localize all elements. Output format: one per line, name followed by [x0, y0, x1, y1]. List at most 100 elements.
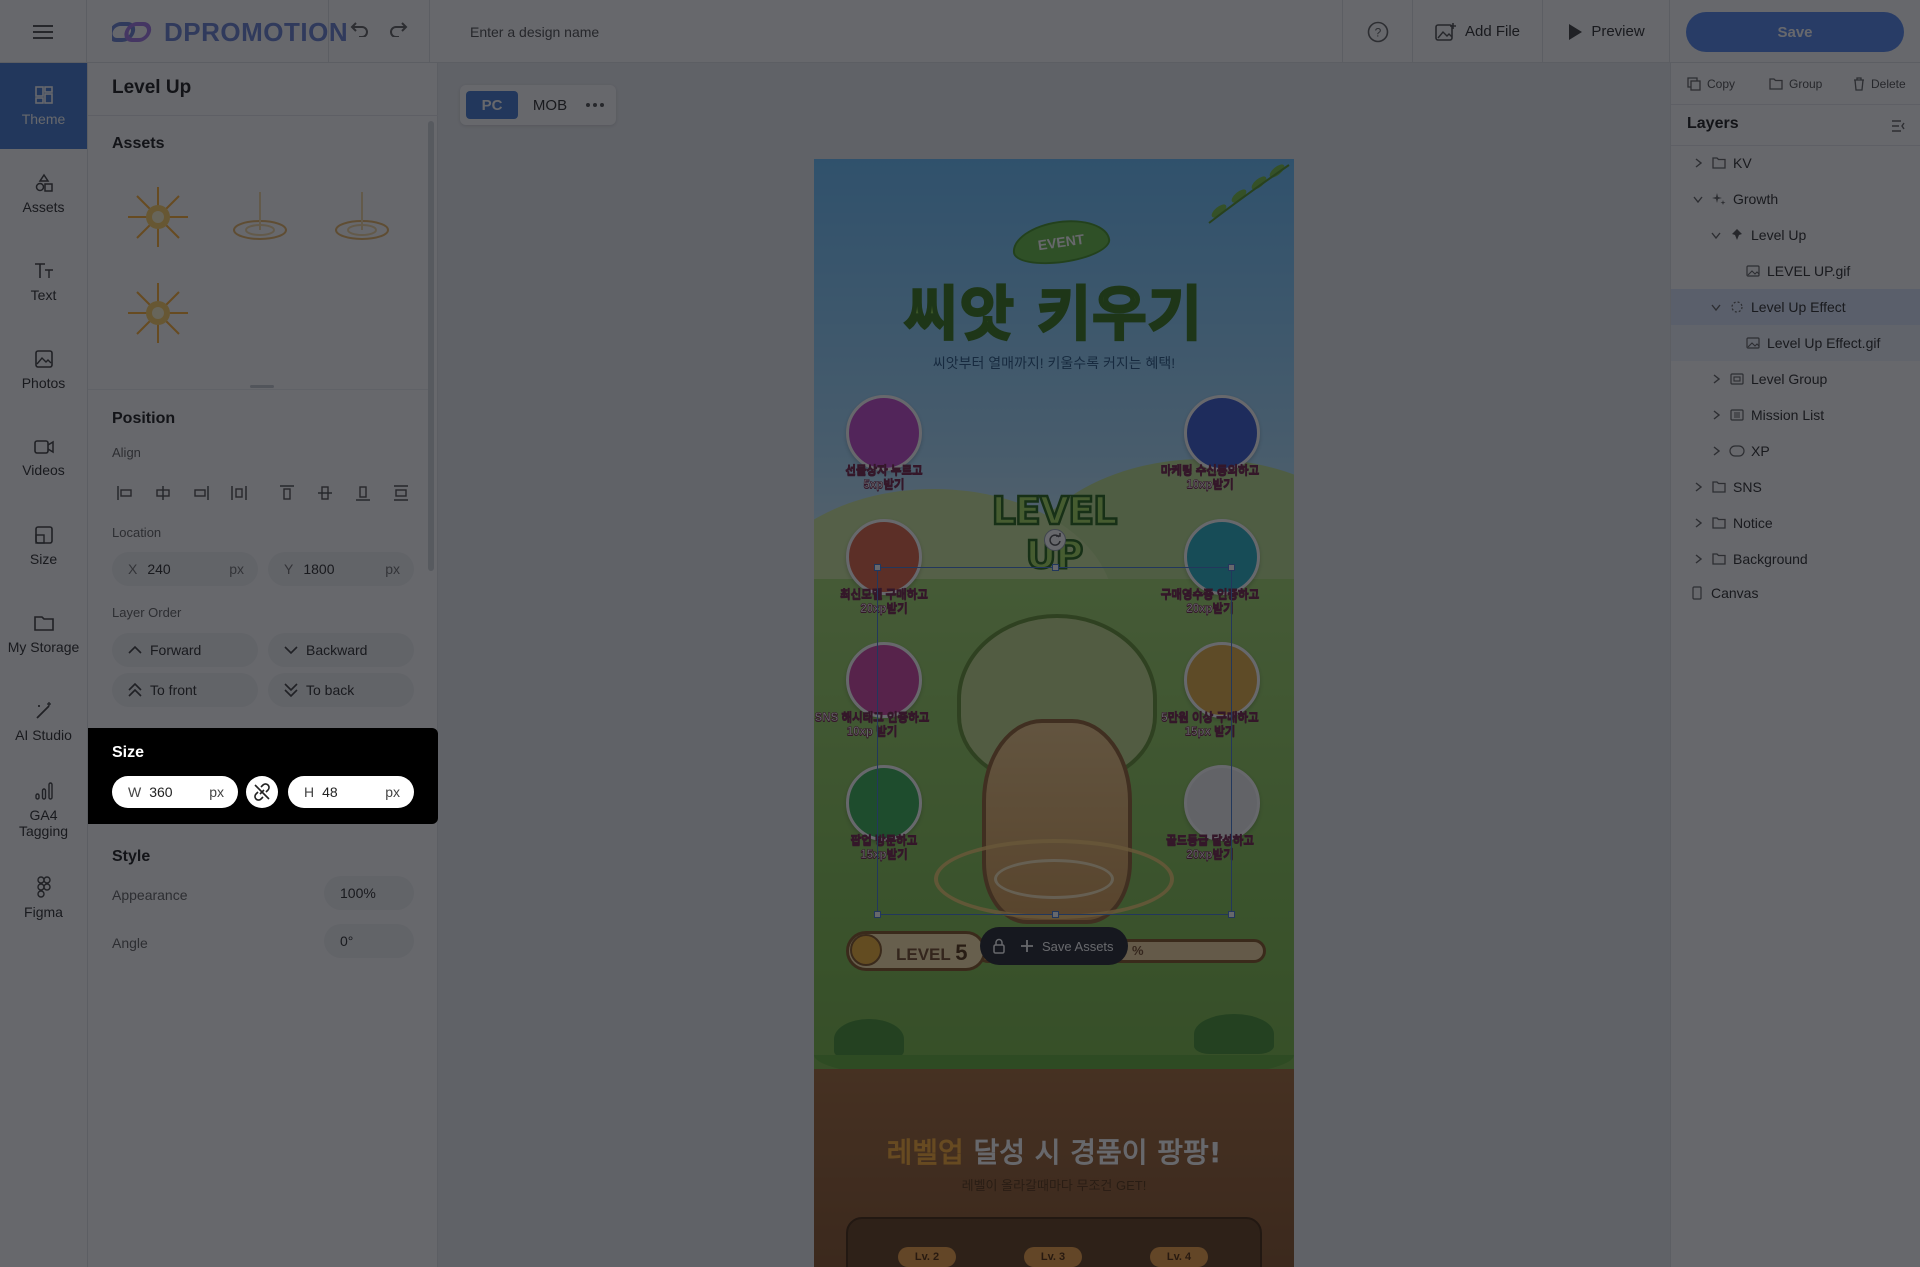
add-file-button[interactable]: Add File: [1412, 0, 1542, 63]
distribute-v-button[interactable]: [388, 480, 414, 506]
layer-row-level-up-effect[interactable]: Level Up Effect: [1671, 289, 1920, 325]
resize-handle[interactable]: [1052, 564, 1059, 571]
svg-text:?: ?: [1374, 25, 1381, 39]
collapse-all-icon[interactable]: [1891, 119, 1907, 133]
chevron-right-icon[interactable]: [1691, 518, 1705, 528]
backward-button[interactable]: Backward: [268, 633, 414, 667]
resize-handle[interactable]: [1052, 911, 1059, 918]
y-field[interactable]: Y 1800 px: [268, 552, 414, 586]
logo-icon: [112, 22, 152, 42]
group-button[interactable]: Group: [1769, 63, 1822, 105]
help-button[interactable]: ?: [1342, 0, 1412, 63]
undo-button[interactable]: [350, 21, 370, 42]
reward-subtitle: 레벨이 올라갈때마다 무조건 GET!: [961, 1178, 1147, 1193]
chevron-right-icon[interactable]: [1691, 482, 1705, 492]
width-field[interactable]: W 360 px: [112, 776, 238, 808]
layer-row-mission-list[interactable]: Mission List: [1671, 397, 1920, 433]
asset-light-ring[interactable]: [220, 177, 300, 257]
to-front-button[interactable]: To front: [112, 673, 258, 707]
canvas-area[interactable]: PC MOB EVENT 씨앗 키우기 씨앗부터 열매까지! 키울수록 커지는 …: [438, 63, 1670, 1267]
asset-sparkle-burst-2[interactable]: [118, 273, 198, 353]
align-top-button[interactable]: [274, 480, 300, 506]
reward-title-highlight: 레벨업: [886, 1136, 964, 1169]
layer-row-sns[interactable]: SNS: [1671, 469, 1920, 505]
layer-row-kv[interactable]: KV: [1671, 145, 1920, 181]
resize-handle[interactable]: [250, 385, 274, 388]
preview-button[interactable]: Preview: [1542, 0, 1670, 63]
nav-item-videos[interactable]: Videos: [0, 415, 87, 501]
nav-label: AI Studio: [15, 726, 72, 743]
nav-item-assets[interactable]: Assets: [0, 151, 87, 237]
nav-item-ai-studio[interactable]: AI Studio: [0, 679, 87, 765]
layer-row-notice[interactable]: Notice: [1671, 505, 1920, 541]
chevron-right-icon[interactable]: [1691, 554, 1705, 564]
nav-item-theme[interactable]: Theme: [0, 63, 87, 149]
nav-item-ga4-tagging[interactable]: GA4 Tagging: [0, 767, 87, 853]
nav-item-my-storage[interactable]: My Storage: [0, 591, 87, 677]
device-pc-button[interactable]: PC: [466, 91, 518, 119]
app-root: DPROMOTION ? Add File Preview Save Theme…: [0, 0, 1920, 1267]
appearance-field[interactable]: 100%: [324, 876, 414, 910]
panel-scrollbar[interactable]: [428, 121, 434, 571]
nav-item-size[interactable]: Size: [0, 503, 87, 589]
resize-handle[interactable]: [874, 564, 881, 571]
app-logo[interactable]: DPROMOTION: [112, 14, 348, 50]
resize-handle[interactable]: [1228, 911, 1235, 918]
mission-item[interactable]: 마케팅 수신동의하고 10xp받기: [1152, 395, 1272, 505]
nav-label: Photos: [21, 374, 66, 391]
align-middle-icon: [318, 486, 332, 500]
menu-button[interactable]: [0, 0, 87, 63]
layer-row-level-up-effect-gif[interactable]: Level Up Effect.gif: [1671, 325, 1920, 361]
nav-item-photos[interactable]: Photos: [0, 327, 87, 413]
trash-icon: [1854, 77, 1864, 91]
layer-row-level-up-gif[interactable]: LEVEL UP.gif: [1671, 253, 1920, 289]
chevron-down-icon[interactable]: [1709, 232, 1723, 239]
layer-row-canvas[interactable]: Canvas: [1671, 575, 1920, 611]
resize-handle[interactable]: [874, 911, 881, 918]
chevron-right-icon[interactable]: [1709, 374, 1723, 384]
x-field[interactable]: X 240 px: [112, 552, 258, 586]
layer-row-background[interactable]: Background: [1671, 541, 1920, 577]
chevron-down-icon[interactable]: [1691, 196, 1705, 203]
device-mob-button[interactable]: MOB: [524, 91, 576, 119]
layer-row-xp[interactable]: XP: [1671, 433, 1920, 469]
asset-light-ring-2[interactable]: [322, 177, 402, 257]
mission-item[interactable]: 선물상자 누르고 5xp받기: [814, 395, 934, 505]
redo-button[interactable]: [388, 21, 408, 42]
nav-item-figma[interactable]: Figma: [0, 855, 87, 941]
chevron-right-icon[interactable]: [1709, 410, 1723, 420]
nav-label: GA4 Tagging: [18, 806, 69, 839]
x-unit: px: [229, 561, 244, 577]
height-field[interactable]: H 48 px: [288, 776, 414, 808]
layer-row-growth[interactable]: Growth: [1671, 181, 1920, 217]
copy-button[interactable]: Copy: [1687, 63, 1735, 105]
artboard[interactable]: EVENT 씨앗 키우기 씨앗부터 열매까지! 키울수록 커지는 혜택! 선물상…: [814, 159, 1294, 1267]
asset-sparkle-burst[interactable]: [118, 177, 198, 257]
align-center-h-button[interactable]: [150, 480, 176, 506]
layer-row-level-group[interactable]: Level Group: [1671, 361, 1920, 397]
selection-box[interactable]: [874, 564, 1235, 918]
more-button[interactable]: [580, 91, 610, 119]
design-name-input[interactable]: [470, 20, 870, 44]
to-back-label: To back: [306, 682, 355, 698]
forward-button[interactable]: Forward: [112, 633, 258, 667]
chevron-right-icon[interactable]: [1691, 158, 1705, 168]
chevron-right-icon[interactable]: [1709, 446, 1723, 456]
align-middle-button[interactable]: [312, 480, 338, 506]
divider: [88, 115, 438, 116]
angle-field[interactable]: 0°: [324, 924, 414, 958]
save-button[interactable]: Save: [1686, 12, 1904, 52]
lock-aspect-button[interactable]: [246, 776, 278, 808]
to-back-button[interactable]: To back: [268, 673, 414, 707]
nav-item-text[interactable]: Text: [0, 239, 87, 325]
delete-button[interactable]: Delete: [1853, 63, 1906, 105]
distribute-h-button[interactable]: [226, 480, 252, 506]
resize-handle[interactable]: [1228, 564, 1235, 571]
align-right-button[interactable]: [188, 480, 214, 506]
layer-row-level-up[interactable]: Level Up: [1671, 217, 1920, 253]
chevron-down-icon[interactable]: [1709, 304, 1723, 311]
save-assets-button[interactable]: Save Assets: [980, 927, 1128, 965]
align-left-button[interactable]: [112, 480, 138, 506]
align-bottom-button[interactable]: [350, 480, 376, 506]
rotate-handle[interactable]: [1044, 529, 1066, 551]
